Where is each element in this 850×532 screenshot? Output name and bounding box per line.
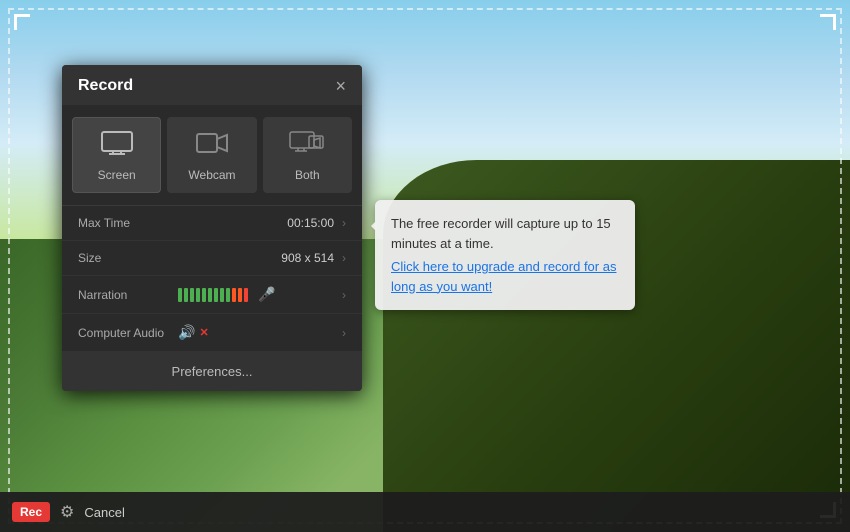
narration-row[interactable]: Narration 🎤 › — [62, 276, 362, 314]
bar-9 — [226, 288, 230, 302]
bar-6 — [208, 288, 212, 302]
bar-11 — [238, 288, 242, 302]
audio-arrow: › — [342, 326, 346, 340]
bar-4 — [196, 288, 200, 302]
mode-both[interactable]: Both — [263, 117, 352, 193]
bar-5 — [202, 288, 206, 302]
tooltip-upgrade-link[interactable]: Click here to upgrade and record for as … — [391, 257, 619, 296]
bar-10 — [232, 288, 236, 302]
panel-header: Record × — [62, 65, 362, 105]
panel-title: Record — [78, 77, 133, 95]
computer-audio-row[interactable]: Computer Audio 🔊 ✕ › — [62, 314, 362, 352]
computer-audio-value: 🔊 ✕ — [178, 324, 342, 341]
size-arrow: › — [342, 251, 346, 265]
tooltip-bubble: The free recorder will capture up to 15 … — [375, 200, 635, 310]
screen-label: Screen — [98, 168, 136, 182]
webcam-label: Webcam — [188, 168, 235, 182]
narration-label: Narration — [78, 288, 178, 302]
cancel-button[interactable]: Cancel — [84, 505, 124, 520]
narration-bars: 🎤 — [178, 286, 334, 303]
bottom-bar: Rec ⚙ Cancel — [0, 492, 850, 532]
rec-badge[interactable]: Rec — [12, 502, 50, 522]
speaker-icon: 🔊 — [178, 324, 195, 341]
mode-webcam[interactable]: Webcam — [167, 117, 256, 193]
narration-arrow: › — [342, 288, 346, 302]
max-time-arrow: › — [342, 216, 346, 230]
bar-12 — [244, 288, 248, 302]
size-label: Size — [78, 251, 178, 265]
bar-3 — [190, 288, 194, 302]
mode-screen[interactable]: Screen — [72, 117, 161, 193]
audio-muted: 🔊 ✕ — [178, 324, 334, 341]
mode-selector: Screen Webcam — [62, 105, 362, 206]
both-label: Both — [295, 168, 320, 182]
max-time-label: Max Time — [78, 216, 178, 230]
bar-8 — [220, 288, 224, 302]
max-time-value: 00:15:00 — [178, 216, 342, 230]
preferences-button[interactable]: Preferences... — [62, 352, 362, 391]
close-button[interactable]: × — [335, 77, 346, 95]
max-time-row[interactable]: Max Time 00:15:00 › — [62, 206, 362, 241]
bar-1 — [178, 288, 182, 302]
webcam-icon — [196, 130, 228, 162]
narration-value: 🎤 — [178, 286, 342, 303]
size-value: 908 x 514 — [178, 251, 342, 265]
size-row[interactable]: Size 908 x 514 › — [62, 241, 362, 276]
bar-2 — [184, 288, 188, 302]
mute-x-icon: ✕ — [199, 326, 208, 339]
bar-7 — [214, 288, 218, 302]
tooltip-text: The free recorder will capture up to 15 … — [391, 216, 611, 251]
gear-button[interactable]: ⚙ — [60, 502, 74, 522]
mic-icon: 🎤 — [258, 286, 275, 303]
record-panel: Record × Screen Web — [62, 65, 362, 391]
both-icon — [289, 130, 325, 162]
settings-section: Max Time 00:15:00 › Size 908 x 514 › Nar… — [62, 206, 362, 352]
screen-icon — [101, 130, 133, 162]
computer-audio-label: Computer Audio — [78, 326, 178, 340]
